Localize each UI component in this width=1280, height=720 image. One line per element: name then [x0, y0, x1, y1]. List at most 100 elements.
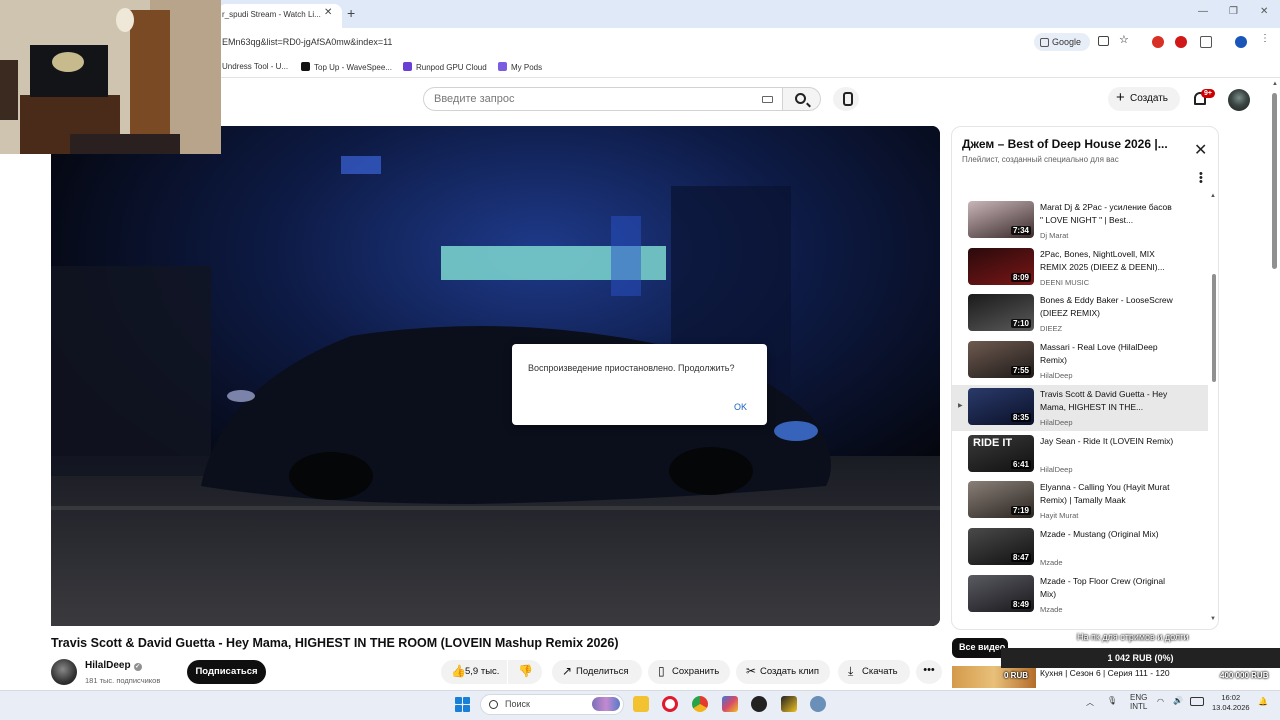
- minimize-button[interactable]: —: [1198, 6, 1208, 17]
- dialog-ok-button[interactable]: OK: [734, 402, 747, 412]
- video-title: Travis Scott & David Guetta - Hey Mama, …: [51, 636, 619, 650]
- input-language[interactable]: ENG INTL: [1130, 693, 1147, 711]
- playlist-item[interactable]: 8:09 2Pac, Bones, NightLovell, MIX REMIX …: [952, 245, 1208, 291]
- video-player[interactable]: [51, 126, 940, 626]
- channel-name[interactable]: HilalDeep ✓: [85, 660, 142, 671]
- opera-icon[interactable]: [662, 696, 678, 712]
- duration-badge: 8:47: [1010, 553, 1031, 562]
- page-scrollbar[interactable]: [1272, 93, 1277, 269]
- duration-badge: 8:49: [1010, 600, 1031, 609]
- bookmark-item[interactable]: My Pods: [498, 62, 542, 72]
- donation-progress-bar: 1 042 RUB (0%): [1001, 648, 1280, 668]
- profile-icon[interactable]: [1235, 36, 1247, 48]
- playlist-item-channel: Dj Marat: [1040, 231, 1069, 240]
- playlist-title[interactable]: Джем – Best of Deep House 2026 |...: [962, 137, 1180, 151]
- microphone-icon[interactable]: 🎙: [1107, 696, 1117, 705]
- url-field[interactable]: EMn63qg&list=RD0-jgAfSA0mw&index=11: [222, 37, 392, 47]
- channel-name-label: HilalDeep: [85, 660, 131, 671]
- settings-gear-icon[interactable]: [810, 696, 826, 712]
- more-actions-button[interactable]: •••: [916, 660, 942, 684]
- like-button[interactable]: 👍 5,9 тыс.: [441, 660, 507, 684]
- file-explorer-icon[interactable]: [633, 696, 649, 712]
- account-avatar[interactable]: [1228, 89, 1250, 111]
- playlist-item[interactable]: RIDE IT 6:41 Jay Sean - Ride It (LOVEIN Re…: [952, 432, 1208, 478]
- lang-top: ENG: [1130, 693, 1148, 702]
- playlist-item-thumbnail[interactable]: 8:49: [968, 575, 1034, 612]
- channel-avatar[interactable]: [51, 659, 77, 685]
- playlist-item-thumbnail[interactable]: RIDE IT 6:41: [968, 435, 1034, 472]
- duration-badge: 8:09: [1010, 273, 1031, 282]
- app-grid-icon[interactable]: [722, 696, 738, 712]
- battery-icon[interactable]: [1190, 697, 1204, 706]
- like-count: 5,9 тыс.: [465, 666, 500, 677]
- playlist-item[interactable]: ▶ 8:35 Travis Scott & David Guetta - Hey M…: [952, 385, 1208, 431]
- voice-search-button[interactable]: [833, 87, 859, 111]
- browser-menu-icon[interactable]: ⋮: [1260, 33, 1272, 45]
- volume-icon[interactable]: 🔊: [1173, 696, 1183, 705]
- share-button[interactable]: ↗ Поделиться: [552, 660, 642, 684]
- bookmark-icon: ▯: [658, 664, 665, 678]
- playlist-scrollbar[interactable]: [1212, 274, 1216, 382]
- playlist-item[interactable]: 7:34 Marat Dj & 2Pac - усиление басов " L…: [952, 198, 1208, 244]
- wifi-icon[interactable]: ◠: [1157, 697, 1164, 706]
- tab-close-icon[interactable]: ✕: [324, 7, 332, 18]
- search-input[interactable]: Введите запрос: [423, 87, 783, 111]
- playlist-item-thumbnail[interactable]: 7:34: [968, 201, 1034, 238]
- playlist-item-thumbnail[interactable]: 7:10: [968, 294, 1034, 331]
- more-vert-icon[interactable]: • • •: [1199, 169, 1203, 188]
- duration-badge: 8:35: [1010, 413, 1031, 422]
- playlist-item[interactable]: 7:10 Bones & Eddy Baker - LooseScrew (DIE…: [952, 291, 1208, 337]
- create-clip-button[interactable]: ✂ Создать клип: [736, 660, 830, 684]
- maximize-button[interactable]: ❐: [1229, 6, 1238, 17]
- close-icon[interactable]: ✕: [1194, 140, 1207, 160]
- notification-center-icon[interactable]: 🔔: [1258, 697, 1268, 706]
- new-tab-button[interactable]: +: [347, 5, 355, 21]
- playlist-item-thumbnail[interactable]: 8:47: [968, 528, 1034, 565]
- close-window-button[interactable]: ✕: [1260, 6, 1268, 17]
- bookmark-star-icon[interactable]: ☆: [1119, 33, 1131, 46]
- scroll-up-icon[interactable]: ▲: [1210, 193, 1216, 199]
- filter-chip-all-videos[interactable]: Все видео: [952, 638, 1008, 658]
- app-icon[interactable]: [781, 696, 797, 712]
- obs-icon[interactable]: [751, 696, 767, 712]
- page-scroll-up-icon[interactable]: ▲: [1272, 81, 1278, 87]
- extension-opera-icon[interactable]: [1175, 36, 1187, 48]
- playlist-item-channel: DIEEZ: [1040, 324, 1063, 333]
- google-lens-chip[interactable]: Google: [1034, 33, 1090, 51]
- playlist-item-thumbnail[interactable]: 7:19: [968, 481, 1034, 518]
- bookmark-item[interactable]: Top Up - WaveSpee...: [301, 62, 392, 72]
- playlist-item[interactable]: 7:19 Elyanna - Calling You (Hayit Murat R…: [952, 478, 1208, 524]
- playlist-item-title: Marat Dj & 2Pac - усиление басов " LOVE …: [1040, 202, 1172, 225]
- playlist-item-thumbnail[interactable]: 7:55: [968, 341, 1034, 378]
- playlist-item[interactable]: 8:49 Mzade - Top Floor Crew (Original Mix…: [952, 572, 1208, 618]
- playlist-item-channel: Mzade: [1040, 558, 1063, 567]
- bookmark-item[interactable]: Runpod GPU Cloud: [403, 62, 487, 72]
- recommendation-title[interactable]: Кухня | Сезон 6 | Серия 111 - 120: [1040, 668, 1200, 679]
- thumbs-up-icon: 👍: [451, 664, 466, 678]
- playlist-item-thumbnail[interactable]: 8:35: [968, 388, 1034, 425]
- extension-adblock-icon[interactable]: [1152, 36, 1164, 48]
- playlist-item[interactable]: 7:55 Massari - Real Love (HilalDeep Remix…: [952, 338, 1208, 384]
- windows-start-icon[interactable]: [455, 697, 470, 712]
- duration-badge: 7:55: [1010, 366, 1031, 375]
- bookmark-label: Runpod GPU Cloud: [416, 63, 487, 72]
- share-icon: ↗: [562, 664, 573, 678]
- bookmark-item[interactable]: Undress Tool - U...: [222, 62, 288, 71]
- install-app-icon[interactable]: [1098, 36, 1109, 46]
- subscribe-button[interactable]: Подписаться: [187, 660, 266, 684]
- verified-icon: ✓: [133, 663, 142, 671]
- dislike-button[interactable]: 👎: [508, 660, 542, 684]
- playlist-item-thumbnail[interactable]: 8:09: [968, 248, 1034, 285]
- extensions-puzzle-icon[interactable]: [1200, 36, 1212, 48]
- playlist-item[interactable]: 8:47 Mzade - Mustang (Original Mix) Mzade: [952, 525, 1208, 571]
- download-button[interactable]: ⤓ Скачать: [838, 660, 910, 684]
- chrome-icon[interactable]: [692, 696, 708, 712]
- keyboard-icon[interactable]: [762, 96, 773, 103]
- scroll-down-icon[interactable]: ▼: [1210, 616, 1216, 622]
- search-button[interactable]: [783, 87, 821, 111]
- create-button[interactable]: + Создать: [1108, 87, 1180, 111]
- clock[interactable]: 16:02 13.04.2026: [1212, 693, 1250, 713]
- save-button[interactable]: ▯ Сохранить: [648, 660, 730, 684]
- tray-chevron-icon[interactable]: ︿: [1086, 697, 1094, 708]
- bookmark-label: Undress Tool - U...: [222, 62, 289, 71]
